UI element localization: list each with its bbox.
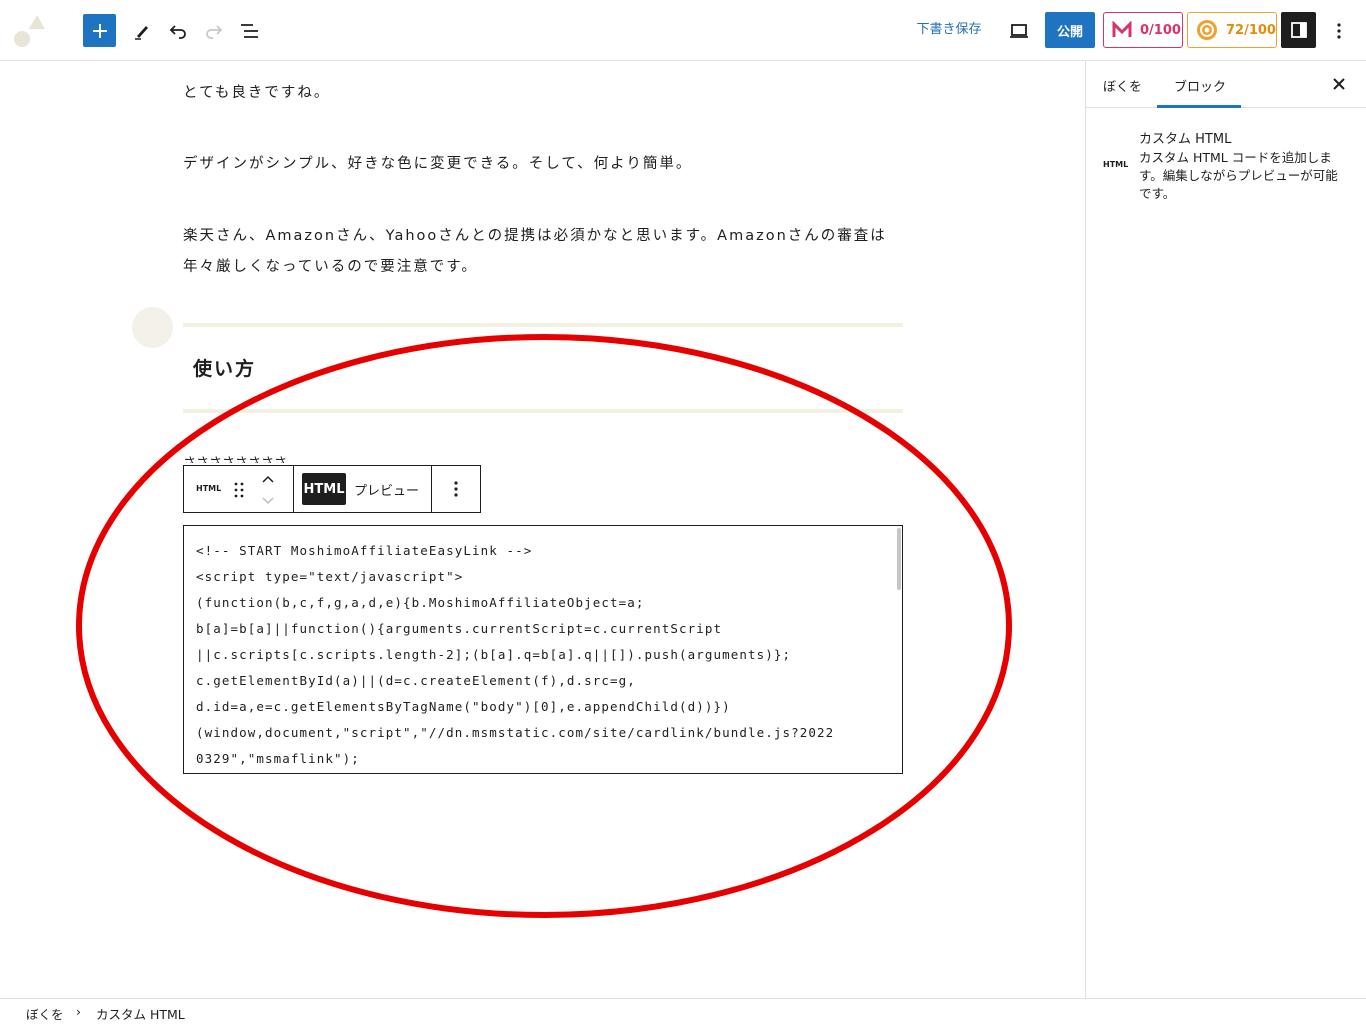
editor-header: 下書き保存 公開 0/100 72/100	[0, 0, 1366, 61]
code-line: b[a]=b[a]||function(){arguments.currentS…	[196, 621, 723, 636]
preview-button[interactable]	[1002, 14, 1035, 47]
block-title: カスタム HTML	[1139, 132, 1232, 147]
heading-top-border	[183, 323, 903, 327]
preview-mode-button[interactable]: プレビュー	[354, 480, 419, 499]
redo-icon	[205, 24, 222, 39]
code-line: <script type="text/javascript">	[196, 569, 464, 584]
readability-score-value: 72/100	[1226, 22, 1276, 38]
heading-decoration	[132, 307, 173, 348]
breadcrumb-current: カスタム HTML	[96, 1007, 185, 1022]
heading-block[interactable]: 使い方	[193, 354, 256, 381]
more-vertical-icon	[454, 481, 458, 497]
paragraph-line: 年々厳しくなっているので要注意です。	[183, 259, 478, 275]
code-line: c.getElementById(a)||(d=c.createElement(…	[196, 673, 636, 688]
paragraph-block[interactable]: デザインがシンプル、好きな色に変更できる。そして、何より簡単。	[183, 149, 903, 180]
site-logo-icon[interactable]	[12, 12, 52, 52]
settings-button[interactable]	[1281, 12, 1316, 48]
breadcrumb-separator: ›	[76, 1004, 81, 1019]
editor-canvas: とても良きですね。 デザインがシンプル、好きな色に変更できる。そして、何より簡単…	[0, 61, 1085, 998]
save-draft-button[interactable]: 下書き保存	[905, 20, 993, 40]
code-line: (window,document,"script","//dn.msmstati…	[196, 725, 835, 740]
tools-button[interactable]	[125, 14, 158, 47]
tab-document[interactable]: ぼくを	[1103, 76, 1142, 95]
block-type-button[interactable]: HTML	[196, 484, 221, 493]
settings-sidebar: ぼくを ブロック HTML カスタム HTML カスタム HTML コードを追加…	[1085, 61, 1366, 998]
block-description: カスタム HTML コードを追加しま す。編集しながらプレビューが可能 です。	[1139, 149, 1353, 203]
breadcrumb: ぼくを › カスタム HTML	[0, 998, 1366, 1024]
badge-icon	[1197, 20, 1217, 40]
description-line: です。	[1139, 186, 1176, 201]
list-view-button[interactable]	[233, 14, 266, 47]
seo-score-button[interactable]: 0/100	[1103, 12, 1183, 48]
scrollbar[interactable]	[897, 528, 901, 590]
undo-button[interactable]	[161, 14, 194, 47]
block-options-button[interactable]	[432, 466, 480, 512]
heading-bottom-border	[183, 409, 903, 413]
code-line: <!-- START MoshimoAffiliateEasyLink -->	[196, 543, 533, 558]
html-mode-button[interactable]: HTML	[302, 473, 346, 505]
active-tab-indicator	[1157, 105, 1241, 108]
code-line: d.id=a,e=c.getElementsByTagName("body")[…	[196, 699, 731, 714]
mode-switch-group: HTML プレビュー	[294, 466, 432, 512]
sidebar-tabs: ぼくを ブロック	[1086, 61, 1366, 108]
code-line: 0329","msmaflink");	[196, 751, 360, 766]
tab-block[interactable]: ブロック	[1174, 76, 1226, 95]
plus-icon	[92, 23, 107, 38]
block-toolbar: HTML HTML プレビュー	[183, 465, 481, 513]
m-logo-icon	[1112, 21, 1132, 37]
partially-hidden-paragraph[interactable]: ささささささささ	[183, 453, 323, 463]
close-icon[interactable]	[1329, 74, 1349, 94]
seo-score-value: 0/100	[1140, 22, 1181, 38]
block-icon: HTML	[1103, 160, 1129, 169]
html-code-editor[interactable]: <!-- START MoshimoAffiliateEasyLink --> …	[183, 525, 903, 774]
undo-icon	[169, 24, 186, 39]
desktop-preview-icon	[1009, 23, 1028, 38]
breadcrumb-document[interactable]: ぼくを	[26, 1004, 64, 1023]
paragraph-block[interactable]: 楽天さん、Amazonさん、Yahooさんとの提携は必須かなと思います。Amaz…	[183, 221, 903, 283]
code-line: (function(b,c,f,g,a,d,e){b.MoshimoAffili…	[196, 595, 645, 610]
description-line: カスタム HTML コードを追加しま	[1139, 150, 1332, 165]
list-view-icon	[240, 23, 258, 38]
redo-button[interactable]	[197, 14, 230, 47]
more-vertical-icon	[1336, 22, 1341, 39]
paragraph-block[interactable]: とても良きですね。	[183, 78, 903, 109]
options-button[interactable]	[1322, 14, 1355, 47]
code-line: ||c.scripts[c.scripts.length-2];(b[a].q=…	[196, 647, 792, 662]
description-line: す。編集しながらプレビューが可能	[1139, 168, 1338, 183]
drag-handle-icon[interactable]	[232, 480, 246, 500]
add-block-button[interactable]	[83, 14, 116, 47]
sidebar-settings-icon	[1290, 22, 1307, 38]
paragraph-line: 楽天さん、Amazonさん、Yahooさんとの提携は必須かなと思います。Amaz…	[183, 228, 887, 244]
publish-button[interactable]: 公開	[1045, 12, 1095, 48]
pencil-icon	[134, 25, 148, 40]
readability-score-button[interactable]: 72/100	[1187, 12, 1277, 48]
block-type-group: HTML	[184, 466, 294, 512]
move-up-down-icon[interactable]	[260, 472, 276, 508]
